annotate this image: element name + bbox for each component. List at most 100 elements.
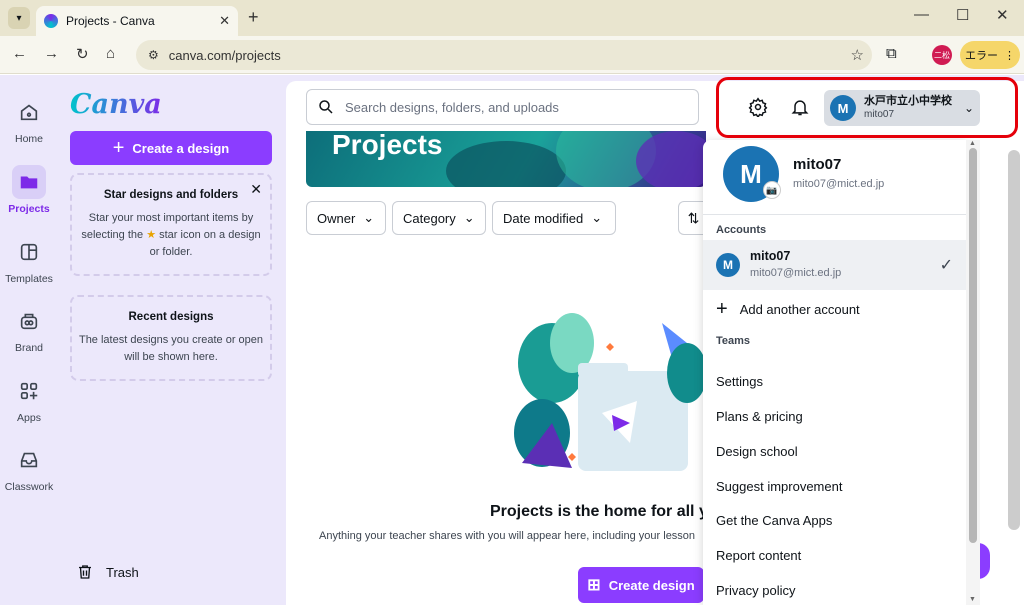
rail-item-classwork[interactable]: Classwork — [0, 443, 58, 493]
camera-icon[interactable]: 📷 — [763, 181, 781, 199]
menu-item-get-apps[interactable]: Get the Canva Apps — [716, 513, 832, 528]
star-card-body: Star your most important items by select… — [78, 210, 264, 261]
recent-designs-card: Recent designs The latest designs you cr… — [70, 295, 272, 381]
templates-icon — [12, 235, 46, 269]
bookmark-star-icon[interactable]: ☆ — [851, 46, 864, 64]
account-row[interactable]: M mito07 mito07@mict.ed.jp ✓ — [703, 240, 966, 290]
account-row-text: mito07 mito07@mict.ed.jp — [750, 248, 930, 282]
account-row-email: mito07@mict.ed.jp — [750, 267, 842, 279]
avatar: M — [716, 253, 740, 277]
create-a-design-button[interactable]: + Create a design — [70, 131, 272, 165]
menu-item-report-content[interactable]: Report content — [716, 548, 801, 563]
search-placeholder: Search designs, folders, and uploads — [345, 99, 559, 115]
date-modified-filter[interactable]: Date modified ⌄ — [492, 201, 616, 235]
scroll-down-icon[interactable]: ▼ — [969, 596, 976, 603]
recent-card-title: Recent designs — [128, 311, 214, 323]
category-filter[interactable]: Category ⌄ — [392, 201, 486, 235]
accounts-heading: Accounts — [716, 224, 767, 236]
account-email: mito07@mict.ed.jp — [793, 178, 885, 190]
trash-icon — [79, 565, 91, 579]
url-text: canva.com/projects — [168, 47, 281, 63]
menu-item-privacy-policy[interactable]: Privacy policy — [716, 583, 795, 598]
menu-scroll-thumb[interactable] — [969, 148, 977, 543]
reload-button[interactable]: ↻ — [76, 45, 89, 63]
minimize-button[interactable]: — — [914, 6, 929, 23]
page-title: Projects — [332, 131, 443, 160]
sort-icon: ⇅ — [687, 209, 700, 226]
account-row-name: mito07 — [750, 249, 791, 263]
canva-logo[interactable]: Canva — [70, 89, 162, 120]
new-tab-button[interactable]: + — [248, 7, 259, 28]
create-label: Create a design — [132, 140, 230, 156]
trash-label: Trash — [106, 564, 139, 580]
rail-item-apps[interactable]: Apps — [0, 374, 58, 424]
menu-item-design-school[interactable]: Design school — [716, 444, 798, 459]
more-menu-icon[interactable]: ⋮ — [1004, 49, 1015, 62]
close-window-button[interactable]: ✕ — [996, 6, 1009, 24]
rail-item-home[interactable]: Home — [0, 95, 58, 145]
browser-profile-avatar[interactable]: 二松 — [932, 45, 952, 65]
search-icon — [319, 100, 333, 114]
menu-item-suggest-improvement[interactable]: Suggest improvement — [716, 479, 842, 494]
address-bar-row: ← → ↻ ⌂ ⚙ canva.com/projects ☆ — [0, 36, 1024, 74]
filter-label: Date modified — [503, 210, 584, 226]
search-input[interactable]: Search designs, folders, and uploads — [306, 89, 699, 125]
extensions-icon[interactable]: ⧉ — [886, 45, 897, 62]
add-another-account-button[interactable]: + Add another account — [716, 298, 860, 321]
add-design-icon: ⊞ — [587, 577, 601, 594]
chevron-down-icon: ⌄ — [363, 210, 375, 225]
projects-hero-banner: Projects — [306, 131, 706, 187]
menu-item-plans-pricing[interactable]: Plans & pricing — [716, 409, 803, 424]
forward-button[interactable]: → — [44, 45, 59, 62]
filter-label: Category — [403, 210, 456, 226]
page-scrollbar[interactable] — [1008, 150, 1020, 530]
back-button[interactable]: ← — [12, 45, 27, 62]
recent-card-body: The latest designs you create or open wi… — [78, 334, 264, 363]
rail-label: Brand — [14, 342, 44, 354]
create-design-button[interactable]: ⊞ Create design — [578, 567, 704, 603]
highlight-box — [716, 77, 1018, 138]
brand-icon — [12, 304, 46, 338]
projects-sidebar: Canva + Create a design ✕ Star designs a… — [58, 75, 286, 605]
create-design-label: Create design — [608, 577, 695, 593]
browser-error-button[interactable]: エラー ⋮ — [960, 41, 1020, 69]
owner-filter[interactable]: Owner ⌄ — [306, 201, 386, 235]
rail-item-projects[interactable]: Projects — [0, 165, 58, 215]
rail-label: Classwork — [4, 481, 54, 493]
classwork-icon — [12, 443, 46, 477]
check-icon: ✓ — [939, 257, 953, 274]
tab-close-icon[interactable]: ✕ — [219, 13, 230, 29]
tab-title: Projects - Canva — [66, 14, 155, 28]
error-label: エラー — [965, 50, 998, 62]
maximize-button[interactable]: ☐ — [956, 6, 969, 24]
tab-search-dropdown[interactable]: ▾ — [8, 7, 30, 29]
scroll-up-icon[interactable]: ▲ — [969, 140, 976, 147]
rail-item-templates[interactable]: Templates — [0, 235, 58, 285]
site-info-icon[interactable]: ⚙ — [148, 48, 159, 62]
star-card-title: Star designs and folders — [103, 189, 239, 201]
rail-label: Apps — [17, 412, 41, 424]
chevron-down-icon: ⌄ — [463, 210, 475, 225]
empty-state-subtitle: Anything your teacher shares with you wi… — [319, 530, 696, 542]
account-menu: M 📷 mito07 mito07@mict.ed.jp Accounts M … — [703, 140, 966, 605]
rail-label: Templates — [5, 273, 53, 285]
teams-heading: Teams — [716, 335, 751, 347]
browser-tab[interactable]: Projects - Canva ✕ — [36, 6, 238, 36]
plus-icon: + — [112, 136, 125, 159]
star-icon: ★ — [146, 229, 157, 241]
folder-icon — [12, 165, 46, 199]
browser-tab-bar: ▾ Projects - Canva ✕ + — ☐ ✕ — [0, 0, 1024, 36]
close-icon[interactable]: ✕ — [250, 181, 262, 198]
url-field[interactable]: ⚙ canva.com/projects ☆ — [136, 40, 872, 70]
rail-label: Home — [14, 133, 43, 145]
canva-favicon — [44, 14, 58, 28]
chevron-down-icon: ⌄ — [591, 210, 603, 225]
trash-link[interactable]: Trash — [76, 563, 139, 581]
rail-item-brand[interactable]: Brand — [0, 304, 58, 354]
home-icon — [12, 95, 46, 129]
home-button[interactable]: ⌂ — [106, 45, 115, 62]
left-rail: Home Projects Templates Brand Apps Class… — [0, 75, 58, 605]
add-account-label: Add another account — [739, 302, 860, 317]
menu-scrollbar[interactable]: ▲ ▼ — [966, 140, 980, 605]
menu-item-settings[interactable]: Settings — [716, 374, 763, 389]
